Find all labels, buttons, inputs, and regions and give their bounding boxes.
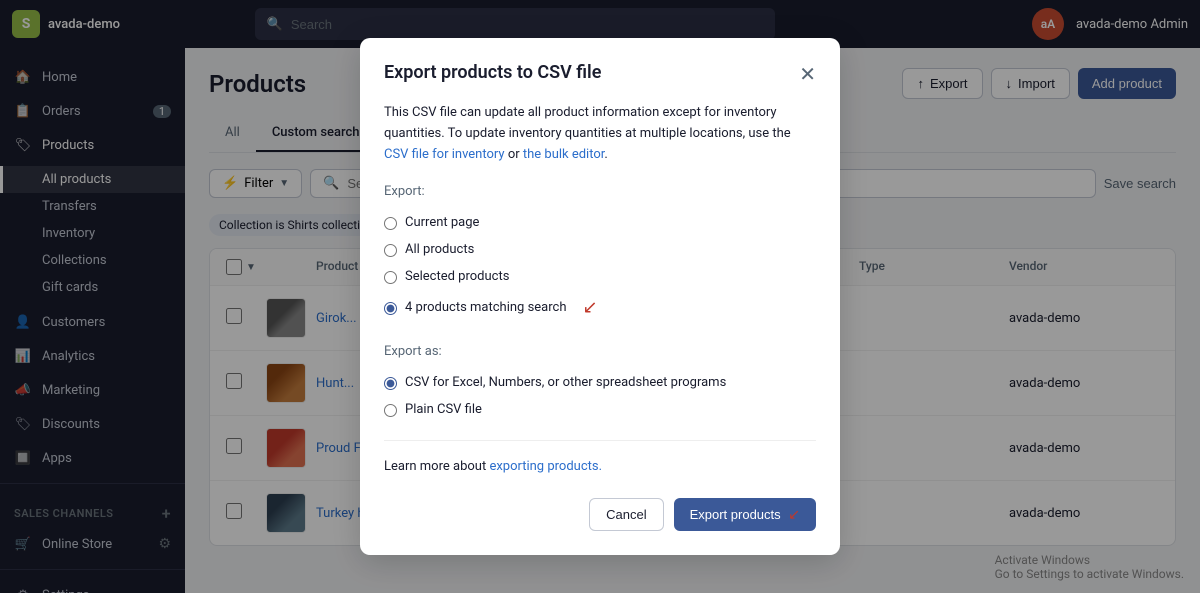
exporting-products-link-2[interactable]: exporting products. bbox=[489, 459, 602, 474]
export-arrow-indicator: ↙ bbox=[788, 506, 800, 523]
modal-body: This CSV file can update all product inf… bbox=[384, 103, 816, 478]
arrow-indicator: ↙ bbox=[583, 294, 598, 323]
export-format-excel[interactable] bbox=[384, 377, 397, 390]
learn-more-text: Learn more about exporting products. bbox=[384, 457, 816, 478]
export-label: Export: bbox=[384, 182, 816, 203]
export-modal: Export products to CSV file ✕ This CSV f… bbox=[360, 38, 840, 555]
cancel-button[interactable]: Cancel bbox=[589, 498, 663, 531]
modal-title: Export products to CSV file bbox=[384, 62, 601, 83]
export-products-button[interactable]: Export products ↙ bbox=[674, 498, 816, 531]
bulk-editor-link[interactable]: the bulk editor bbox=[523, 147, 605, 162]
modal-description: This CSV file can update all product inf… bbox=[384, 103, 816, 165]
modal-header: Export products to CSV file ✕ bbox=[384, 62, 816, 87]
csv-inventory-link[interactable]: CSV file for inventory bbox=[384, 147, 505, 162]
export-radio-all[interactable] bbox=[384, 244, 397, 257]
export-option-matching[interactable]: 4 products matching search ↙ bbox=[384, 291, 816, 326]
modal-divider bbox=[384, 440, 816, 441]
export-option-current-page[interactable]: Current page bbox=[384, 210, 816, 237]
export-as-label: Export as: bbox=[384, 342, 816, 363]
modal-close-button[interactable]: ✕ bbox=[799, 62, 816, 87]
modal-overlay[interactable]: Export products to CSV file ✕ This CSV f… bbox=[0, 0, 1200, 593]
export-radio-matching[interactable] bbox=[384, 302, 397, 315]
export-format-plain[interactable] bbox=[384, 404, 397, 417]
export-as-csv-excel[interactable]: CSV for Excel, Numbers, or other spreads… bbox=[384, 370, 816, 397]
export-radio-selected[interactable] bbox=[384, 271, 397, 284]
export-radio-current[interactable] bbox=[384, 217, 397, 230]
export-options-section: Export: Current page All products Select… bbox=[384, 182, 816, 326]
export-option-selected[interactable]: Selected products bbox=[384, 264, 816, 291]
modal-footer: Cancel Export products ↙ bbox=[384, 498, 816, 531]
export-as-section: Export as: CSV for Excel, Numbers, or ot… bbox=[384, 342, 816, 424]
export-option-all-products[interactable]: All products bbox=[384, 237, 816, 264]
export-as-plain-csv[interactable]: Plain CSV file bbox=[384, 397, 816, 424]
